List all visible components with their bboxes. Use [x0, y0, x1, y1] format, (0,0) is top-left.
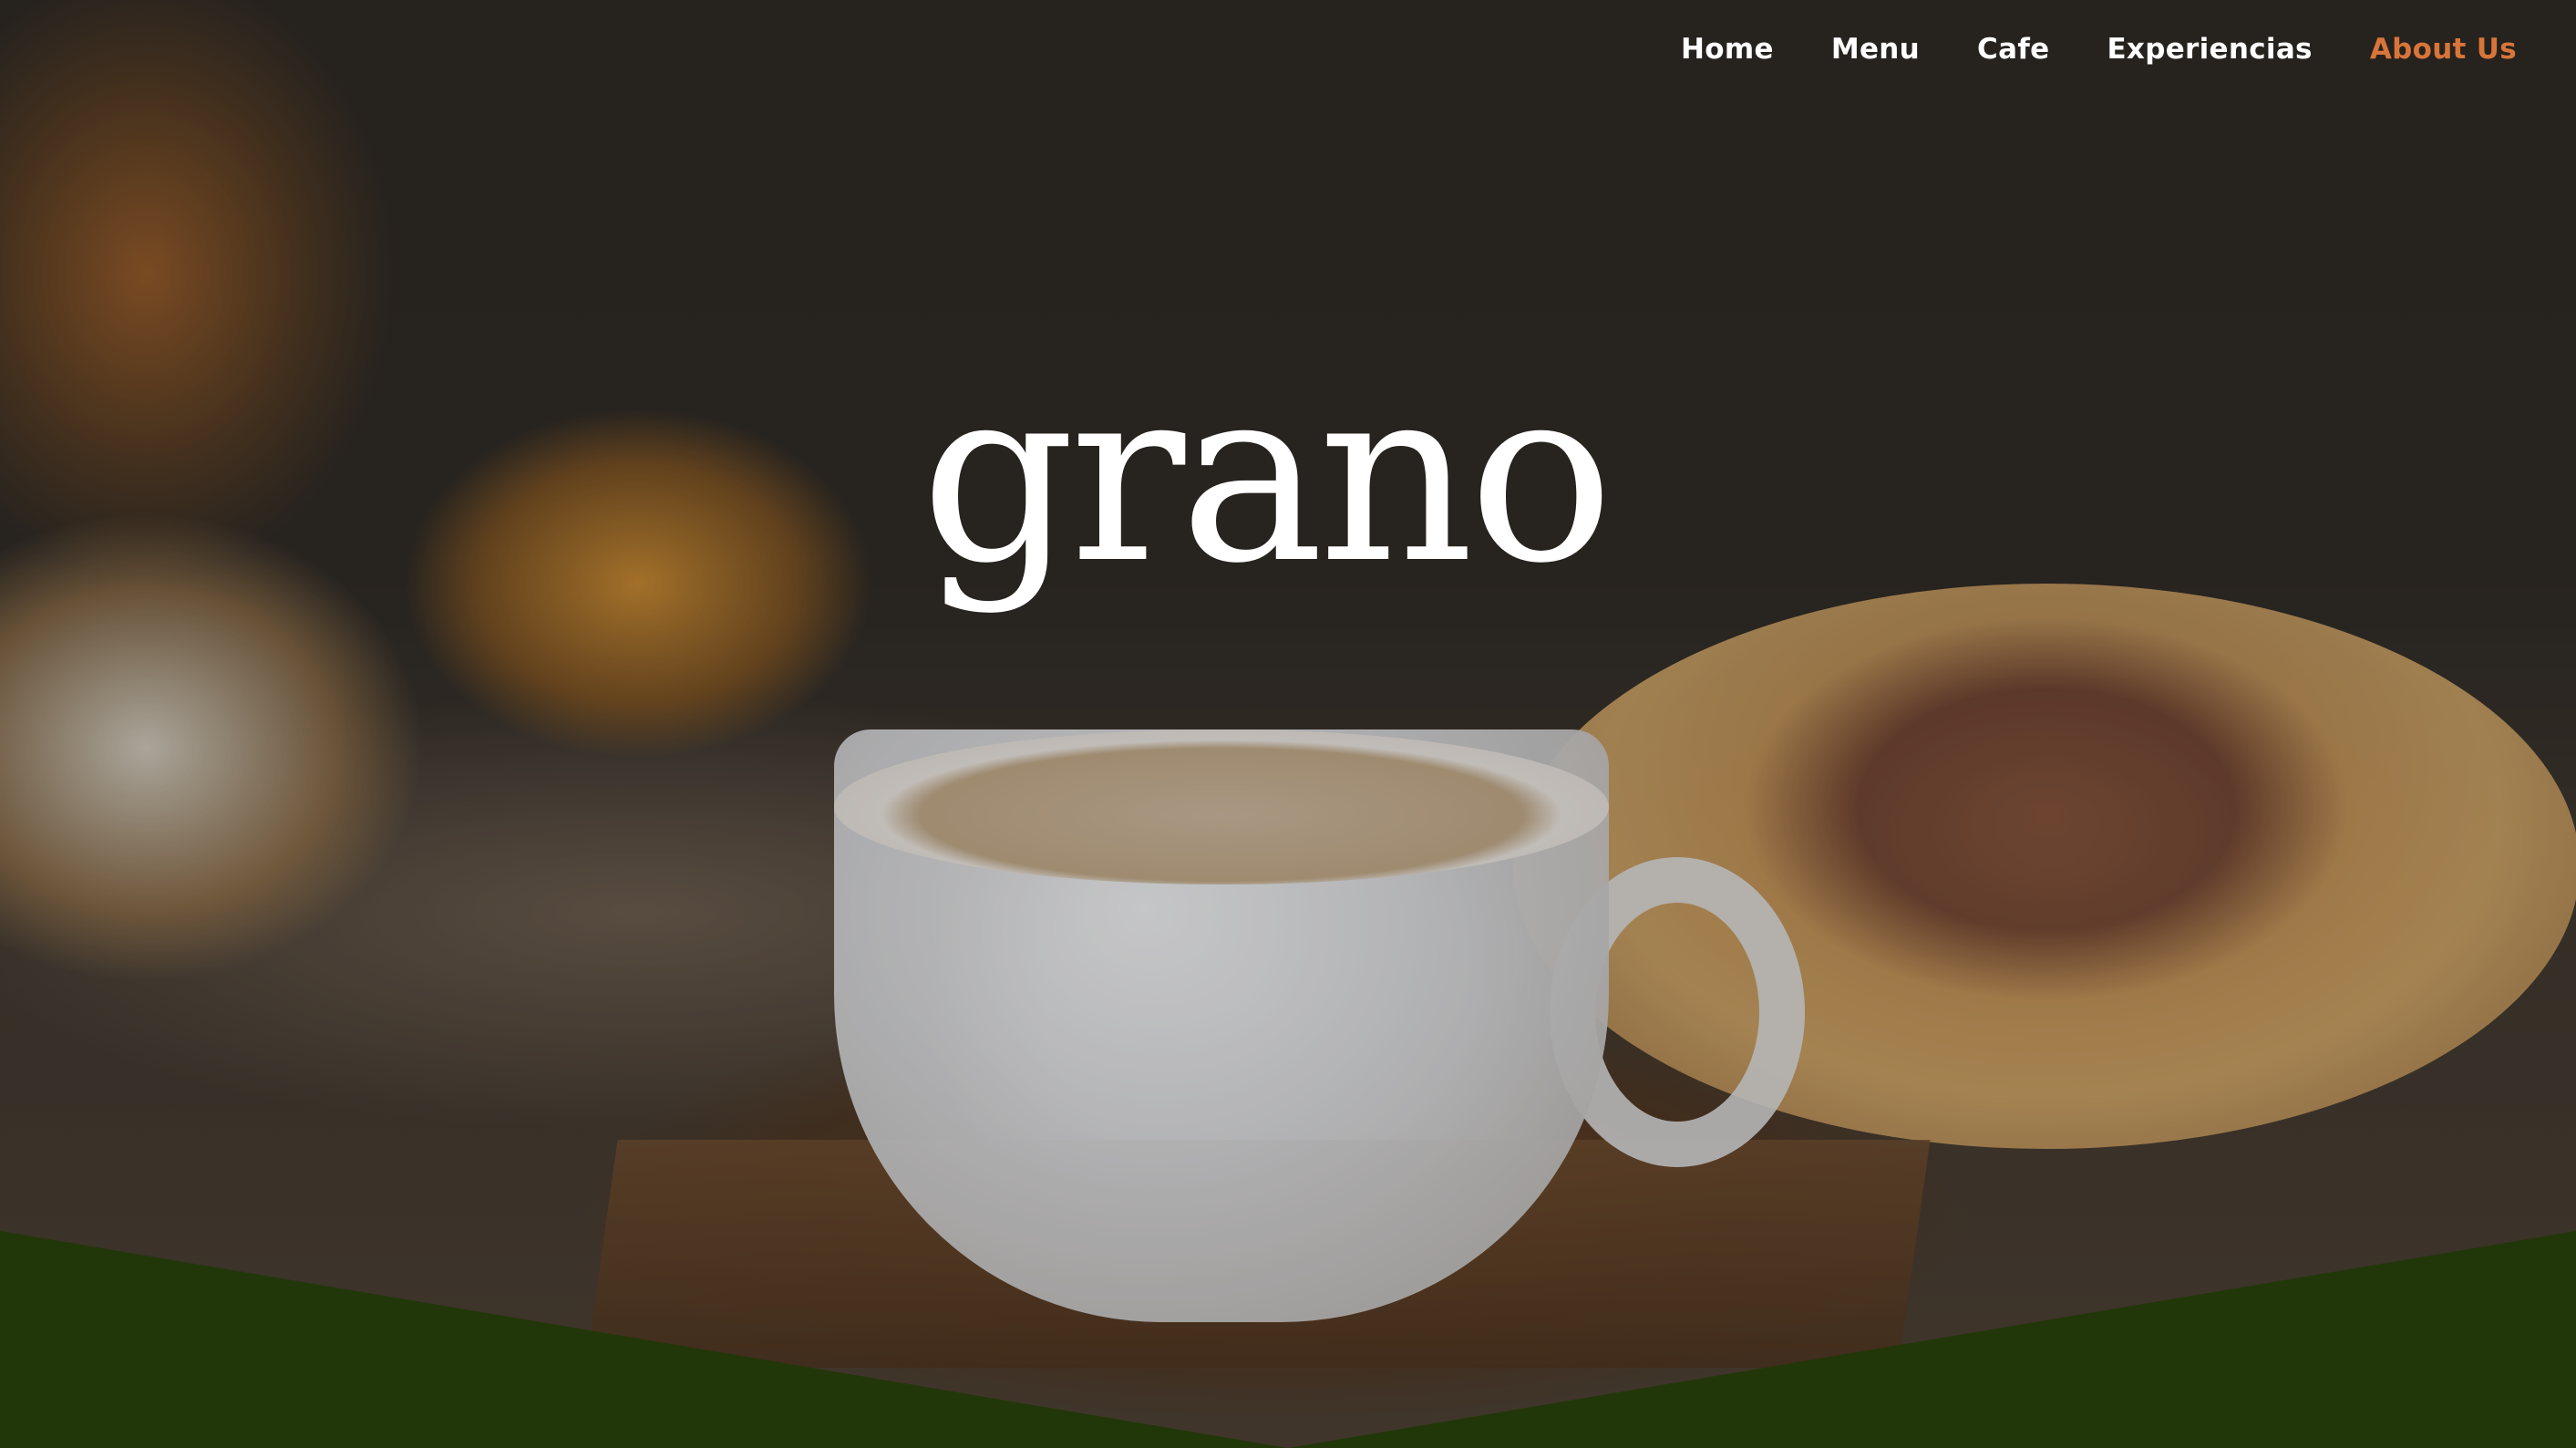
nav-experiencias-link[interactable]: Experiencias — [2107, 33, 2312, 66]
bottom-green-band — [0, 1231, 2576, 1448]
nav-home-link[interactable]: Home — [1681, 33, 1774, 66]
grano-logo: grano — [921, 336, 1614, 616]
hero-section: Home Menu Cafe Experiencias About Us gra… — [0, 0, 2576, 1448]
nav-about-us-link[interactable]: About Us — [2370, 33, 2517, 66]
nav-menu-link[interactable]: Menu — [1831, 33, 1920, 66]
nav-cafe-link[interactable]: Cafe — [1977, 33, 2049, 66]
main-navigation: Home Menu Cafe Experiencias About Us — [1681, 33, 2517, 66]
